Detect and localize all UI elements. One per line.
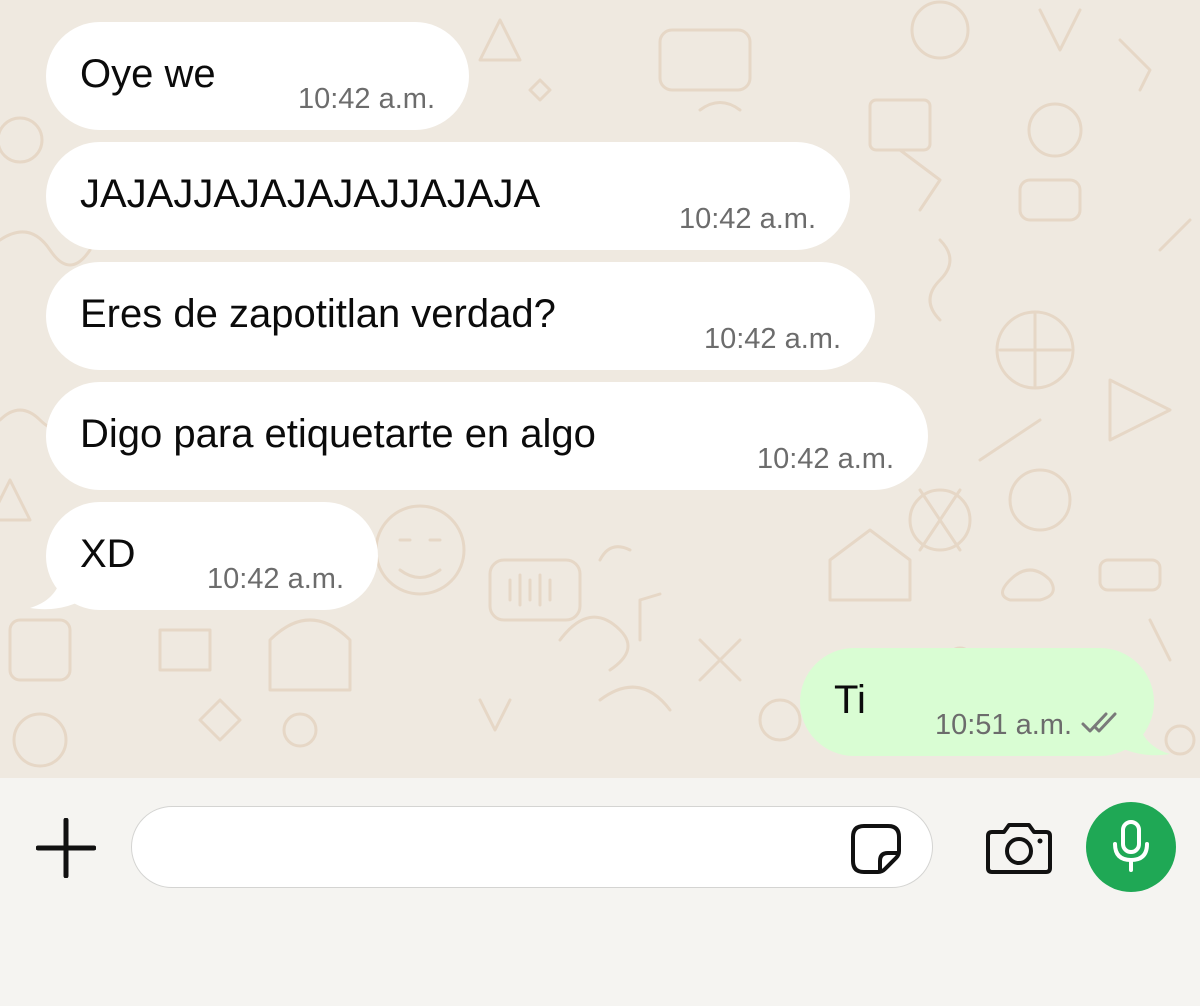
message-text: Oye we xyxy=(80,52,216,96)
message-text: Ti xyxy=(834,678,866,722)
message-timestamp: 10:42 a.m. xyxy=(678,203,816,235)
incoming-message[interactable]: XD 10:42 a.m. xyxy=(46,502,378,610)
incoming-message[interactable]: Eres de zapotitlan verdad? 10:42 a.m. xyxy=(46,262,875,370)
message-text: JAJAJJAJAJAJAJJAJAJA xyxy=(80,172,541,216)
message-text: XD xyxy=(80,532,136,576)
plus-icon[interactable] xyxy=(36,818,96,878)
incoming-message[interactable]: Digo para etiquetarte en algo 10:42 a.m. xyxy=(46,382,928,490)
camera-icon[interactable] xyxy=(984,822,1054,874)
microphone-icon xyxy=(1113,820,1149,872)
chat-area: Oye we 10:42 a.m. JAJAJJAJAJAJAJJAJAJA 1… xyxy=(0,0,1200,778)
sticker-icon[interactable] xyxy=(850,823,902,875)
message-timestamp: 10:42 a.m. xyxy=(206,563,344,595)
incoming-message[interactable]: Oye we 10:42 a.m. xyxy=(46,22,469,130)
message-text: Eres de zapotitlan verdad? xyxy=(80,292,556,336)
message-timestamp: 10:51 a.m. xyxy=(934,709,1072,741)
microphone-button[interactable] xyxy=(1086,802,1176,892)
double-check-icon xyxy=(1081,712,1117,733)
message-text: Digo para etiquetarte en algo xyxy=(80,412,596,456)
message-input[interactable] xyxy=(131,806,933,888)
message-timestamp: 10:42 a.m. xyxy=(297,83,435,115)
message-timestamp: 10:42 a.m. xyxy=(756,443,894,475)
incoming-message[interactable]: JAJAJJAJAJAJAJJAJAJA 10:42 a.m. xyxy=(46,142,850,250)
message-timestamp: 10:42 a.m. xyxy=(703,323,841,355)
outgoing-message[interactable]: Ti 10:51 a.m. xyxy=(800,648,1154,756)
